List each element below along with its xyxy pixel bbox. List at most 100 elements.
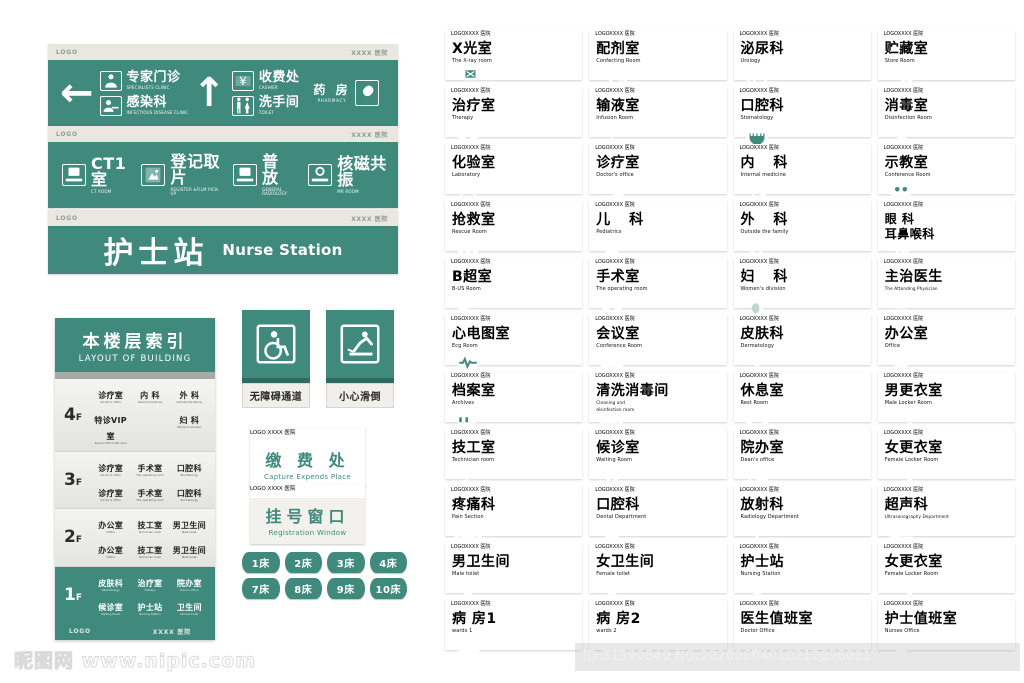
department-sign-body: 配剂室 Confecting Room [589,42,726,91]
logo-label: LOGO [883,31,898,37]
department-sign-card[interactable]: LOGOXXXX 医院妇 科 Women's division [733,258,871,319]
department-sign-card[interactable]: LOGOXXXX 医院 护士站 Nursing Station [733,543,871,605]
bed-tag[interactable]: 8床 [284,578,322,599]
department-sign-card[interactable]: LOGOXXXX 医院 清洗消毒间 Cleaning and disinfection… [589,372,727,439]
department-sign-card[interactable]: LOGOXXXX 医院 消毒室 Disinfection Room [877,87,1015,146]
department-sign-text: 办公室 Office [885,327,1008,349]
floor-room-line: 办公室 Office 技工室 Technician room 男卫生间 Male toil… [91,540,209,560]
department-name-en: Ultrasonography Department [884,514,949,519]
logo-label: LOGO [739,202,754,208]
department-name-en: disinfection room [596,407,635,413]
department-sign-card[interactable]: LOGOXXXX 医院 口腔科 Stomatology [733,87,871,148]
floor-row: 4F 诊疗室 Doctor's office 内 科 Internal medicine… [55,379,215,453]
department-name-en: wards 1 [452,628,473,634]
bed-tag-grid: 1床 2床 3床 4床 7床 8床 9床 10床 [242,552,407,599]
bed-tag[interactable]: 2床 [284,552,322,573]
department-sign-card[interactable]: LOGOXXXX 医院 男卫生间 Male toilet [445,543,583,605]
department-sign-card[interactable]: LOGOXXXX 医院 档案室 Archives [445,372,583,432]
floor-room-cell: 手术室 The operating room [130,458,169,478]
department-sign-body: 儿 科 Pediatrics [589,213,726,263]
hospital-label: XXXX 医院 [267,486,296,492]
department-sign-text: 清洗消毒间 Cleaning and disinfection room [596,384,719,412]
department-name-en: Urology [740,58,761,64]
department-sign-text: 内 科 Internal medicine [741,156,864,178]
department-sign-card[interactable]: LOGOXXXX 医院 技工室 Technician room [445,429,583,490]
department-sign-card[interactable]: LOGOXXXX 医院 化验室 Laboratory [445,144,583,206]
department-sign-card[interactable]: LOGOXXXX 医院 办公室 Office [877,315,1015,374]
bed-tag[interactable]: 3床 [327,552,365,573]
department-name-en: Stomatology [740,115,774,121]
department-sign-card[interactable]: LOGOXXXX 医院 泌尿科 Urology [733,30,871,91]
department-name-cn: 贮藏室 [884,41,929,57]
department-sign-card[interactable]: LOGOXXXX 医院 B超室 B-US Room [445,258,583,316]
department-name-en: Laboratory [452,172,481,178]
department-sign-card[interactable]: LOGOXXXX 医院 女卫生间 Female toilet [589,543,727,605]
department-sign-text: 口腔科 Dental Department [596,498,719,520]
bed-tag[interactable]: 7床 [242,578,280,599]
bed-tag[interactable]: 10床 [369,578,407,599]
department-sign-card[interactable]: LOGOXXXX 医院眼 科耳鼻喉科 [877,201,1015,265]
department-name-en: Archives [452,400,475,406]
department-sign-card[interactable]: LOGOXXXX 医院 候诊室 Waiting Room [589,429,727,491]
entry-cn: 核磁共振 [337,154,387,189]
department-sign-card[interactable]: LOGOXXXX 医院 女更衣室 Female Locker Room [877,429,1015,490]
department-sign-card[interactable]: LOGOXXXX 医院 口腔科 Dental Department [589,486,727,547]
hospital-label: XXXX 医院 [897,88,924,94]
entry-en: INFECTIOUS DISEASE CLINIC [126,110,189,115]
department-name-en: Internal medicine [740,172,786,178]
floor-number: 1F [64,584,82,605]
department-sign-card[interactable]: LOGOXXXX 医院 抢救室 Rescue Room [445,201,583,262]
department-sign-card[interactable]: LOGOXXXX 医院 诊疗室 Doctor's office [589,144,727,205]
department-name-cn: 化验室 [452,155,496,171]
floor-room-cn: 口腔科 [176,464,202,474]
bed-tag[interactable]: 4床 [369,552,407,573]
department-sign-card[interactable]: LOGOXXXX 医院 配剂室 Confecting Room [589,30,727,91]
department-sign-card[interactable]: LOGOXXXX 医院外 科 Outside the family [733,201,871,263]
department-sign-card[interactable]: LOGOXXXX 医院 放射科 Radiology Department [733,486,871,544]
department-sign-card[interactable]: LOGOXXXX 医院 输液室 Infusion Room [589,87,727,148]
department-sign-card[interactable]: LOGOXXXX 医院 皮肤科 Dermatology [733,315,871,376]
bed-tag[interactable]: 1床 [242,552,280,573]
hospital-label: XXXX 医院 [465,373,491,379]
department-sign-card[interactable]: LOGOXXXX 医院 贮藏室 Store Room [877,30,1015,89]
department-sign-card[interactable]: LOGOXXXX 医院 治疗室 Therapy [445,87,583,148]
logo-label: LOGO [739,373,754,379]
department-sign-card[interactable]: LOGOXXXX 医院 疼痛科 Pain Section [445,486,583,540]
bed-tag[interactable]: 9床 [327,578,365,599]
department-sign-card[interactable]: LOGOXXXX 医院 院办室 Dean's office [733,429,871,488]
department-sign-card[interactable]: LOGOXXXX 医院病 房1 wards 1 [445,600,583,659]
department-sign-body: 诊疗室 Doctor's office [589,156,726,205]
department-name-cn: 办公室 [884,326,929,342]
department-sign-card[interactable]: LOGOXXXX 医院 示教室 Conference Room [877,144,1015,205]
logo-label: LOGO [883,259,898,265]
department-sign-card[interactable]: LOGOXXXX 医院 休息室 Rest Room [733,372,871,433]
department-name-cn: 男更衣室 [884,383,943,399]
department-sign-card[interactable]: LOGOXXXX 医院 会议室 Conference Room [589,315,727,377]
department-sign-card[interactable]: LOGOXXXX 医院 男更衣室 Male Locker Room [877,372,1015,433]
department-name-cn: X光室 [452,41,493,57]
department-sign-body: 手术室 The operating room [589,270,726,317]
department-sign-card[interactable]: LOGOXXXX 医院 主治医生 The Attending Physician [877,258,1015,317]
floor-number: 4F [64,405,82,426]
department-sign-card[interactable]: LOGOXXXX 医院内 科 Internal medicine [733,144,871,204]
floor-room-en: Male toilet [181,555,197,559]
department-sign-card[interactable]: LOGOXXXX 医院 女更衣室 Female Locker Room [877,543,1015,604]
floor-room-en: Therapy [144,588,156,592]
floor-room-cn: 特诊VIP室 [94,415,127,441]
department-sign-card[interactable]: LOGOXXXX 医院 手术室 The operating room [589,258,727,317]
department-name-en: The Attending Physician [884,286,938,291]
logo-label: LOGO [883,316,898,322]
floor-row: 2F 办公室 Office 技工室 Technician room 男卫生间 Male to… [55,509,215,567]
department-sign-card[interactable]: LOGOXXXX 医院 超声科 Ultrasonography Department [877,486,1015,543]
department-sign-card[interactable]: LOGOXXXX 医院 心电图室 Ecg Room [445,315,583,376]
floor-room-cn: 卫生间 [176,603,202,613]
floor-room-cell: 男卫生间 Male toilet [170,515,209,535]
entry-en: CASHIER [258,85,278,90]
department-name-cn: 示教室 [884,155,929,171]
department-sign-body: 放射科 Radiology Department [734,498,871,544]
sign-caption-bar: LOGO XXXX 医院 [250,484,365,498]
department-name-en: Nursing Station [740,571,781,577]
department-sign-card[interactable]: LOGOXXXX 医院儿 科 Pediatrics [589,201,727,263]
directional-entry: 专家门诊 SPECIALISTS CLINIC [99,70,189,91]
department-sign-card[interactable]: LOGOXXXX 医院 X光室 The X-ray room [445,30,583,88]
